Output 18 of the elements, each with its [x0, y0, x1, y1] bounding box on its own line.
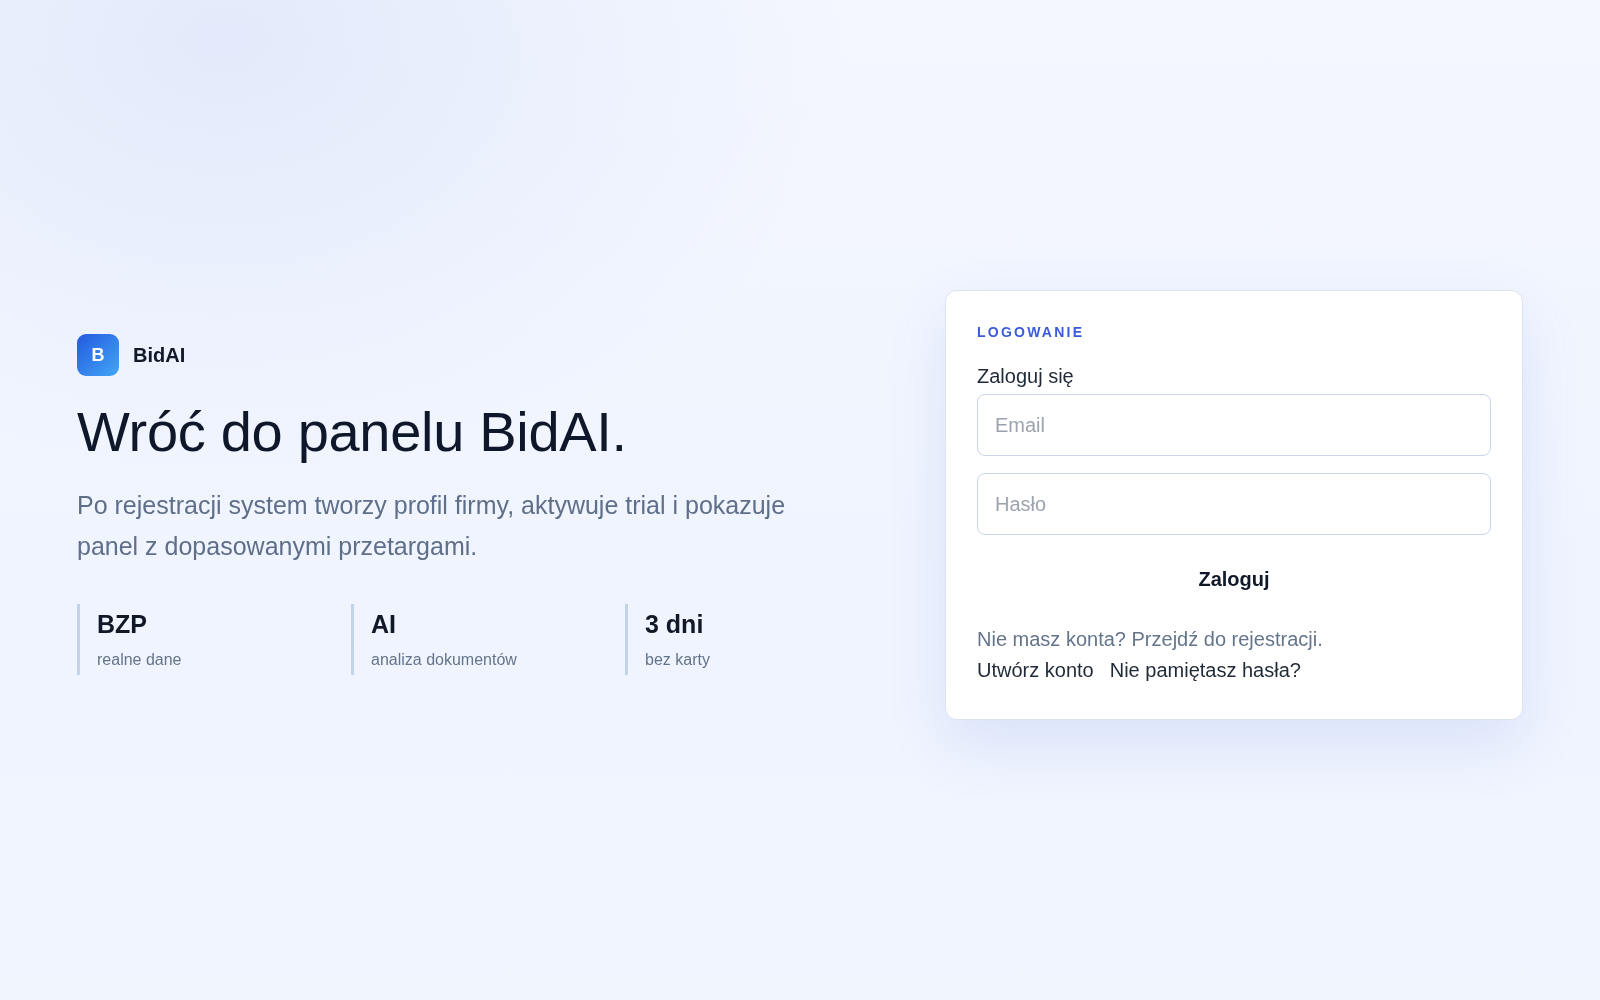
page-title: Wróć do panelu BidAI. [77, 400, 628, 463]
login-button[interactable]: Zaloguj [977, 551, 1491, 607]
logo-tile: B [77, 333, 119, 376]
stat-value: AI [371, 608, 397, 640]
form-heading: Zaloguj się [977, 364, 1075, 389]
stat-value: 3 dni [645, 608, 705, 640]
input-field[interactable]: Email [977, 394, 1491, 456]
stat-label: analiza dokumentów [371, 649, 518, 670]
text-link[interactable]: Utwórz konto [977, 655, 1094, 686]
register-prompt: Nie masz konta? Przejdź do rejestracji. [977, 627, 1324, 652]
brand-name: BidAI [133, 342, 186, 368]
stat-value: BZP [97, 608, 148, 640]
text-link[interactable]: Nie pamiętasz hasła? [1109, 655, 1301, 686]
description-text: Po rejestracji system tworzy profil firmy, aktywuje trial i pokazuje panel z dopasowanymi przetargami. [77, 489, 787, 562]
section-label: LOGOWANIE [977, 323, 1086, 342]
stat-label: bez karty [645, 649, 711, 670]
input-field[interactable]: Hasło [977, 473, 1491, 535]
stat-label: realne dane [97, 649, 183, 670]
